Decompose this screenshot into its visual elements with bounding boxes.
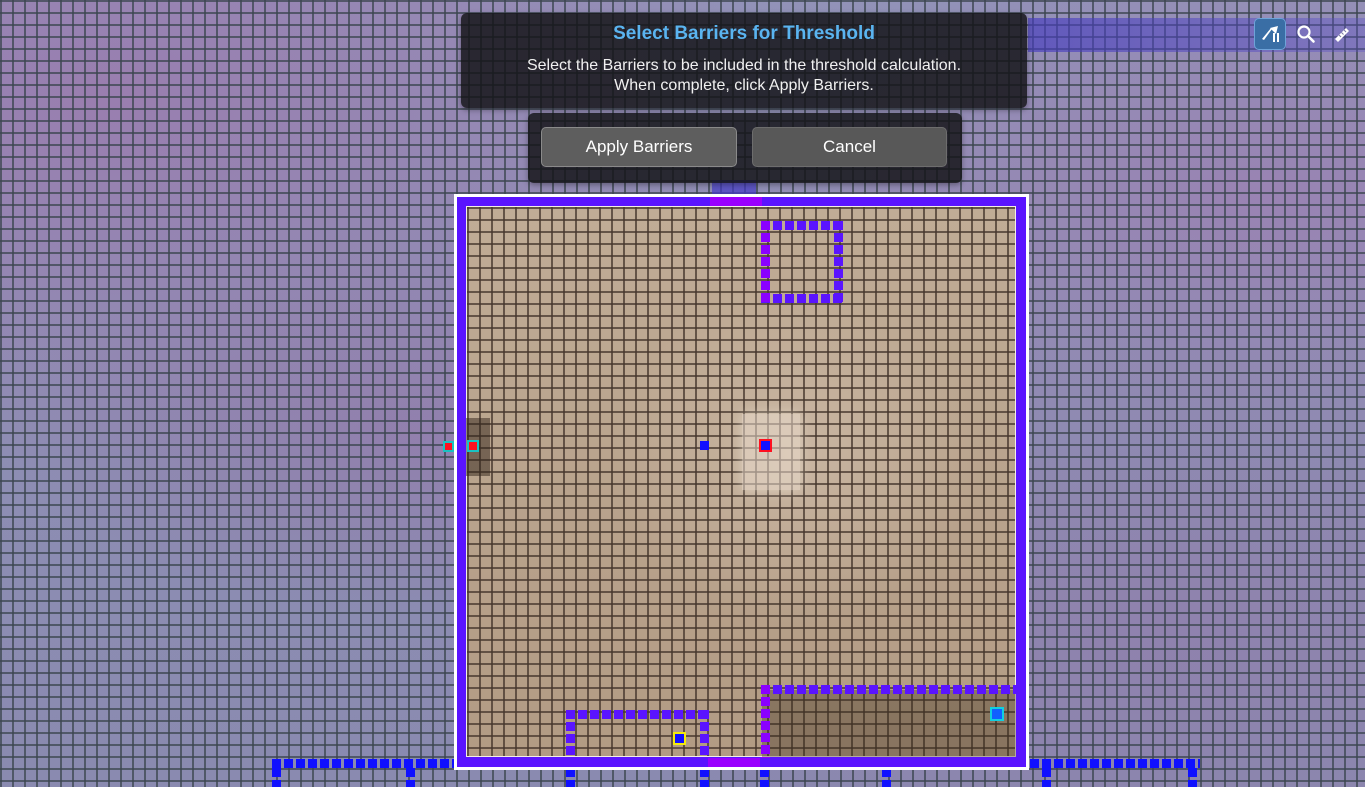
pillar [742, 414, 800, 490]
outer-wall-post[interactable] [406, 768, 415, 787]
barrier-segment[interactable] [566, 710, 710, 719]
outer-wall-post[interactable] [760, 768, 769, 787]
marker-red[interactable] [443, 441, 454, 452]
barrier-segment[interactable] [700, 710, 709, 758]
marker-cyan[interactable] [990, 707, 1004, 721]
barrier-segment[interactable] [761, 294, 845, 303]
barrier-segment[interactable] [761, 685, 1017, 694]
dialog-title: Select Barriers for Threshold [613, 23, 875, 44]
wall-select-icon [1262, 26, 1279, 42]
instruction-dialog: Select Barriers for Threshold Select the… [461, 13, 1027, 108]
door-top[interactable] [710, 197, 762, 206]
barrier-segment[interactable] [761, 221, 770, 303]
marker-yellow[interactable] [673, 732, 686, 745]
ruler-tool[interactable] [1326, 18, 1358, 50]
outer-wall-post[interactable] [272, 768, 281, 787]
outer-wall-bottom-right[interactable] [1030, 759, 1200, 768]
outer-wall-post[interactable] [1188, 768, 1197, 787]
barrier-segment[interactable] [761, 221, 845, 230]
button-bar: Apply Barriers Cancel [528, 113, 962, 183]
marker-blue[interactable] [700, 441, 709, 450]
marker-red[interactable] [467, 440, 479, 452]
apply-barriers-button[interactable]: Apply Barriers [541, 127, 737, 167]
barrier-segment[interactable] [834, 221, 843, 303]
dialog-instruction: Select the Barriers to be included in th… [526, 57, 962, 74]
shaded-area [762, 690, 1016, 757]
ruler-icon [1335, 28, 1349, 42]
dialog-instruction: When complete, click Apply Barriers. [614, 77, 874, 94]
door-bottom[interactable] [708, 758, 760, 767]
cancel-button[interactable]: Cancel [752, 127, 947, 167]
wall-select-tool[interactable] [1254, 18, 1286, 50]
marker-blue-red[interactable] [759, 439, 772, 452]
outer-wall-post[interactable] [700, 768, 709, 787]
outer-wall-post[interactable] [882, 768, 891, 787]
room-floor [466, 206, 1016, 757]
barrier-segment[interactable] [761, 685, 770, 758]
outer-wall-post[interactable] [1042, 768, 1051, 787]
search-icon [1297, 25, 1315, 43]
outer-wall-post[interactable] [566, 768, 575, 787]
outer-wall-bottom-left[interactable] [272, 759, 454, 768]
barrier-segment[interactable] [566, 710, 575, 758]
search-tool[interactable] [1290, 18, 1322, 50]
